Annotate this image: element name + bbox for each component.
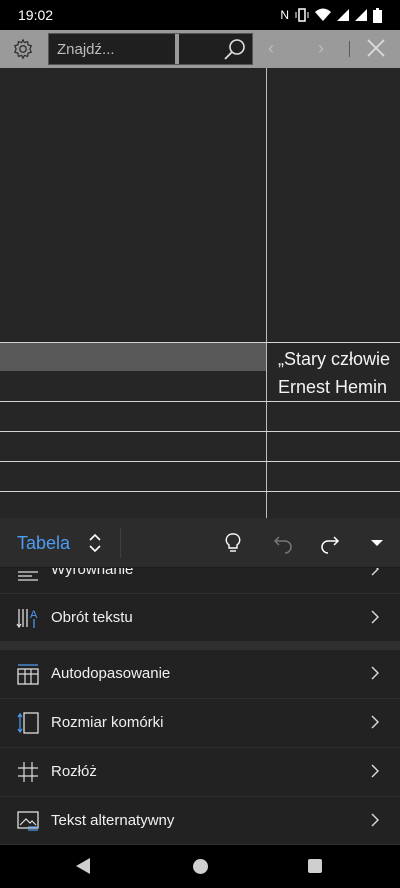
home-icon[interactable]	[193, 859, 208, 874]
menu-item-label: Wyrównanie	[51, 568, 134, 578]
menu-item-label: Rozłóż	[51, 763, 97, 780]
chevron-right-icon	[371, 715, 379, 729]
table-row-border	[0, 431, 400, 432]
align-icon	[18, 571, 38, 581]
menu-item-distribute[interactable]: Rozłóż	[0, 748, 400, 797]
wifi-icon	[315, 8, 331, 21]
menu-item-label: Tekst alternatywny	[51, 812, 175, 829]
lightbulb-icon[interactable]	[221, 531, 245, 555]
alt-text-icon	[17, 811, 39, 831]
table-row-border	[0, 401, 400, 402]
status-time: 19:02	[18, 7, 54, 23]
menu-item-autofit[interactable]: Autodopasowanie	[0, 650, 400, 699]
menu-item-text-direction[interactable]: A Obrót tekstu	[0, 594, 400, 642]
autofit-icon	[17, 664, 39, 685]
status-bar: 19:02 N	[0, 0, 400, 30]
menu-item-cell-size[interactable]: Rozmiar komórki	[0, 699, 400, 748]
document-canvas[interactable]: „Stary człowie Ernest Hemin	[0, 68, 400, 518]
ribbon-toolbar: Tabela	[0, 518, 400, 568]
search-divider	[175, 34, 179, 64]
chevron-right-icon	[371, 610, 379, 624]
table-row-border	[0, 461, 400, 462]
text-direction-icon: A	[16, 609, 38, 629]
signal-icon	[355, 9, 367, 21]
redo-icon[interactable]	[318, 531, 342, 555]
table-cell-text[interactable]: „Stary człowie	[278, 349, 390, 370]
chevron-right-icon	[371, 568, 379, 576]
menu-item-label: Autodopasowanie	[51, 665, 171, 682]
signal-icon	[337, 9, 349, 21]
undo-icon[interactable]	[271, 531, 295, 555]
menu-item-alignment[interactable]: Wyrównanie	[0, 568, 400, 594]
table-options-menu: Wyrównanie A Obrót tekstu Autodopasowani…	[0, 568, 400, 845]
menu-section-divider	[0, 642, 400, 650]
battery-icon	[373, 7, 382, 23]
search-placeholder: Znajdź...	[57, 41, 115, 58]
chevron-right-icon	[371, 764, 379, 778]
table-row-border	[0, 491, 400, 492]
distribute-icon	[18, 762, 38, 782]
menu-item-alt-text[interactable]: Tekst alternatywny	[0, 797, 400, 845]
ribbon-tab-selector[interactable]: Tabela	[17, 533, 70, 554]
table-row-border	[0, 342, 400, 343]
menu-item-label: Rozmiar komórki	[51, 714, 164, 731]
recents-icon[interactable]	[308, 859, 322, 873]
chevron-left-icon[interactable]: ‹	[268, 38, 274, 59]
status-icons: N	[280, 7, 382, 23]
chevron-right-icon	[371, 813, 379, 827]
nfc-icon: N	[280, 8, 289, 22]
chevron-down-icon[interactable]	[371, 540, 383, 546]
chevron-right-icon[interactable]: ›	[318, 38, 324, 59]
cell-size-icon	[17, 712, 39, 734]
selected-row[interactable]	[0, 343, 266, 371]
table-cell-text[interactable]: Ernest Hemin	[278, 377, 387, 398]
vibrate-icon	[295, 8, 309, 22]
chevron-right-icon	[371, 666, 379, 680]
toolbar-divider	[349, 41, 350, 57]
chevron-updown-icon[interactable]	[86, 530, 104, 556]
ribbon-divider	[120, 528, 121, 558]
search-input[interactable]: Znajdź...	[48, 33, 253, 65]
system-nav-bar	[0, 845, 400, 888]
close-icon[interactable]	[364, 36, 388, 60]
find-toolbar: Znajdź... ‹ ›	[0, 30, 400, 68]
search-icon[interactable]	[223, 38, 247, 62]
menu-item-label: Obrót tekstu	[51, 609, 133, 626]
gear-icon[interactable]	[12, 38, 34, 60]
table-column-border	[266, 68, 267, 518]
back-icon[interactable]	[76, 858, 90, 874]
